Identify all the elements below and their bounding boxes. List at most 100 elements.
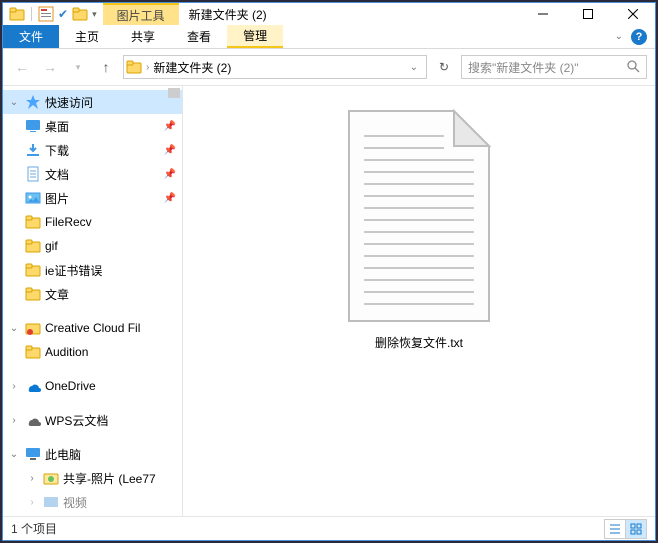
sidebar-item-label: FileRecv bbox=[45, 215, 176, 229]
pc-icon bbox=[25, 446, 41, 462]
file-pane[interactable]: 删除恢复文件.txt bbox=[183, 86, 655, 516]
folder-icon bbox=[126, 59, 142, 75]
file-item[interactable]: 删除恢复文件.txt bbox=[319, 106, 519, 351]
ribbon-tabs: 文件 主页 共享 查看 管理 ⌄ ? bbox=[3, 25, 655, 49]
sidebar-item-this-pc[interactable]: ⌄ 此电脑 bbox=[3, 442, 182, 466]
chevron-down-icon[interactable]: ⌄ bbox=[7, 449, 21, 460]
navigation-bar: ← → ▾ ↑ › 新建文件夹 (2) ⌄ ↻ 搜索"新建文件夹 (2)" bbox=[3, 49, 655, 85]
close-button[interactable] bbox=[610, 3, 655, 25]
chevron-down-icon[interactable]: ⌄ bbox=[7, 323, 21, 334]
search-input[interactable]: 搜索"新建文件夹 (2)" bbox=[461, 55, 647, 79]
folder-icon bbox=[9, 6, 25, 22]
sidebar-item-label: 快速访问 bbox=[45, 94, 176, 111]
sidebar-item-label: ie证书错误 bbox=[45, 262, 176, 279]
maximize-button[interactable] bbox=[565, 3, 610, 25]
up-button[interactable]: ↑ bbox=[95, 56, 117, 78]
documents-icon bbox=[25, 166, 41, 182]
sidebar-item-onedrive[interactable]: › OneDrive bbox=[3, 374, 182, 398]
sidebar-item-gif[interactable]: gif bbox=[3, 234, 182, 258]
sidebar-item-downloads[interactable]: 下载 📌 bbox=[3, 138, 182, 162]
sidebar-item-label: 文档 bbox=[45, 166, 160, 183]
sidebar-item-label: 视频 bbox=[63, 494, 176, 511]
check-icon: ✔ bbox=[58, 7, 68, 21]
refresh-button[interactable]: ↻ bbox=[433, 56, 455, 78]
sidebar-item-label: Audition bbox=[45, 345, 176, 359]
chevron-right-icon[interactable]: › bbox=[25, 497, 39, 508]
large-icons-view-button[interactable] bbox=[625, 519, 647, 539]
sidebar-item-label: 图片 bbox=[45, 190, 160, 207]
sidebar-item-ie-cert[interactable]: ie证书错误 bbox=[3, 258, 182, 282]
folder-icon bbox=[25, 238, 41, 254]
window-title: 新建文件夹 (2) bbox=[179, 3, 277, 25]
sidebar-item-label: 下载 bbox=[45, 142, 160, 159]
tab-manage[interactable]: 管理 bbox=[227, 25, 283, 48]
sidebar-item-pictures[interactable]: 图片 📌 bbox=[3, 186, 182, 210]
sidebar-item-filerecv[interactable]: FileRecv bbox=[3, 210, 182, 234]
sidebar-item-label: OneDrive bbox=[45, 379, 176, 393]
sidebar-item-articles[interactable]: 文章 bbox=[3, 282, 182, 306]
sidebar-item-creative-cloud[interactable]: ⌄ Creative Cloud Fil bbox=[3, 316, 182, 340]
status-bar: 1 个项目 bbox=[3, 516, 655, 540]
chevron-right-icon[interactable]: › bbox=[25, 473, 39, 484]
recent-dropdown-icon[interactable]: ▾ bbox=[67, 56, 89, 78]
tab-home[interactable]: 主页 bbox=[59, 25, 115, 48]
sidebar-item-label: 桌面 bbox=[45, 118, 160, 135]
help-icon[interactable]: ? bbox=[631, 29, 647, 45]
quick-access-toolbar: ✔ ▾ bbox=[3, 3, 103, 25]
status-item-count: 1 个项目 bbox=[11, 520, 57, 537]
sidebar-item-label: WPS云文档 bbox=[45, 412, 176, 429]
sidebar-item-label: gif bbox=[45, 239, 176, 253]
pictures-icon bbox=[25, 190, 41, 206]
contextual-tab-label: 图片工具 bbox=[103, 3, 179, 25]
chevron-right-icon[interactable]: › bbox=[7, 381, 21, 392]
file-name: 删除恢复文件.txt bbox=[375, 334, 463, 351]
title-bar: ✔ ▾ 图片工具 新建文件夹 (2) bbox=[3, 3, 655, 25]
properties-icon[interactable] bbox=[38, 6, 54, 22]
creative-cloud-icon bbox=[25, 320, 41, 336]
wps-cloud-icon bbox=[25, 412, 41, 428]
explorer-window: ✔ ▾ 图片工具 新建文件夹 (2) 文件 主页 共享 查看 bbox=[2, 2, 656, 541]
address-bar[interactable]: › 新建文件夹 (2) ⌄ bbox=[123, 55, 427, 79]
sidebar-item-wps[interactable]: › WPS云文档 bbox=[3, 408, 182, 432]
sidebar-item-label: 此电脑 bbox=[45, 446, 176, 463]
sidebar-item-audition[interactable]: Audition bbox=[3, 340, 182, 364]
sidebar-item-quick-access[interactable]: ⌄ 快速访问 bbox=[3, 90, 182, 114]
chevron-right-icon[interactable]: › bbox=[146, 62, 149, 73]
tab-file[interactable]: 文件 bbox=[3, 25, 59, 48]
minimize-button[interactable] bbox=[520, 3, 565, 25]
sidebar-item-desktop[interactable]: 桌面 📌 bbox=[3, 114, 182, 138]
search-placeholder: 搜索"新建文件夹 (2)" bbox=[468, 59, 579, 76]
tab-view[interactable]: 查看 bbox=[171, 25, 227, 48]
navigation-pane[interactable]: ⌄ 快速访问 桌面 📌 下载 📌 文档 📌 bbox=[3, 86, 183, 516]
tab-share[interactable]: 共享 bbox=[115, 25, 171, 48]
onedrive-icon bbox=[25, 378, 41, 394]
videos-icon bbox=[43, 494, 59, 510]
text-file-icon bbox=[339, 106, 499, 326]
sidebar-item-shared-photos[interactable]: › 共享-照片 (Lee77 bbox=[3, 466, 182, 490]
sidebar-item-videos[interactable]: › 视频 bbox=[3, 490, 182, 514]
sidebar-item-label: Creative Cloud Fil bbox=[45, 321, 176, 335]
folder-icon[interactable] bbox=[72, 6, 88, 22]
chevron-right-icon[interactable]: › bbox=[7, 415, 21, 426]
chevron-down-icon[interactable]: ⌄ bbox=[7, 97, 21, 108]
shared-folder-icon bbox=[43, 470, 59, 486]
folder-icon bbox=[25, 286, 41, 302]
downloads-icon bbox=[25, 142, 41, 158]
sidebar-item-label: 文章 bbox=[45, 286, 176, 303]
folder-icon bbox=[25, 262, 41, 278]
back-button[interactable]: ← bbox=[11, 56, 33, 78]
divider bbox=[31, 7, 32, 21]
scrollbar-thumb[interactable] bbox=[168, 88, 180, 98]
breadcrumb-current[interactable]: 新建文件夹 (2) bbox=[153, 59, 231, 76]
ribbon-expand-icon[interactable]: ⌄ bbox=[615, 31, 623, 42]
sidebar-item-label: 共享-照片 (Lee77 bbox=[63, 470, 176, 487]
address-dropdown-icon[interactable]: ⌄ bbox=[404, 62, 424, 73]
search-icon bbox=[626, 59, 640, 76]
forward-button[interactable]: → bbox=[39, 56, 61, 78]
details-view-button[interactable] bbox=[604, 519, 626, 539]
star-icon bbox=[25, 94, 41, 110]
folder-icon bbox=[25, 344, 41, 360]
sidebar-item-documents[interactable]: 文档 📌 bbox=[3, 162, 182, 186]
desktop-icon bbox=[25, 118, 41, 134]
qat-dropdown-icon[interactable]: ▾ bbox=[92, 9, 97, 20]
